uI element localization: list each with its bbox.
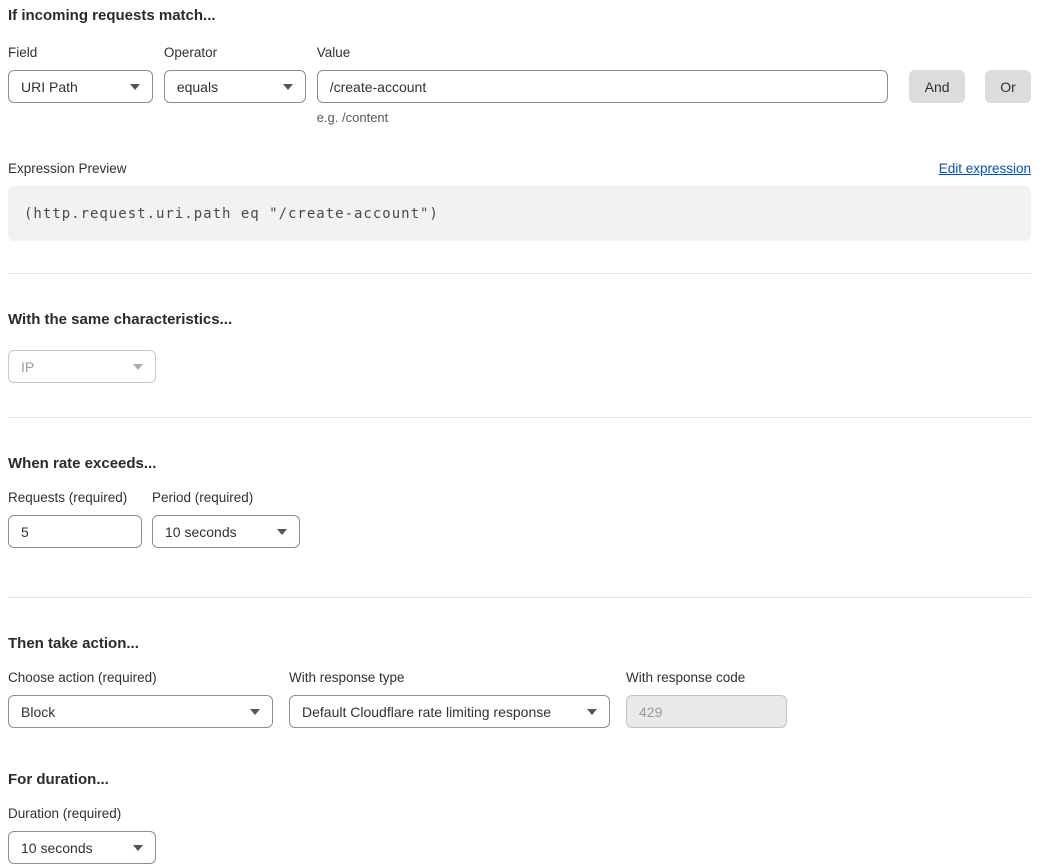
period-select[interactable]: 10 seconds <box>152 515 300 548</box>
duration-select[interactable]: 10 seconds <box>8 831 156 864</box>
chevron-down-icon <box>133 364 143 370</box>
field-label: Field <box>8 45 153 61</box>
expression-preview-box: (http.request.uri.path eq "/create-accou… <box>8 186 1031 241</box>
section-divider <box>8 273 1031 274</box>
and-button[interactable]: And <box>909 70 965 103</box>
edit-expression-link[interactable]: Edit expression <box>939 161 1031 177</box>
response-code-label: With response code <box>626 670 787 686</box>
choose-action-group: Choose action (required) Block <box>8 670 273 728</box>
operator-select[interactable]: equals <box>164 70 306 103</box>
choose-action-select-value: Block <box>21 704 55 720</box>
response-type-label: With response type <box>289 670 610 686</box>
operator-group: Operator equals <box>164 45 306 103</box>
rate-limiting-rule-form: If incoming requests match... Field URI … <box>0 0 1048 842</box>
response-type-select[interactable]: Default Cloudflare rate limiting respons… <box>289 695 610 728</box>
choose-action-label: Choose action (required) <box>8 670 273 686</box>
characteristic-select[interactable]: IP <box>8 350 156 383</box>
response-type-group: With response type Default Cloudflare ra… <box>289 670 610 728</box>
operator-label: Operator <box>164 45 306 61</box>
characteristic-select-value: IP <box>21 359 34 375</box>
chevron-down-icon <box>133 845 143 851</box>
or-button[interactable]: Or <box>985 70 1031 103</box>
rate-controls-row: Requests (required) Period (required) 10… <box>8 490 1031 548</box>
value-label: Value <box>317 45 889 61</box>
match-controls-row: Field URI Path Operator equals Value e.g… <box>8 45 1031 125</box>
expression-header-row: Expression Preview Edit expression <box>8 161 1031 177</box>
operator-select-value: equals <box>177 79 218 95</box>
duration-section-title: For duration... <box>8 771 1031 789</box>
choose-action-select[interactable]: Block <box>8 695 273 728</box>
requests-group: Requests (required) <box>8 490 142 548</box>
duration-group: Duration (required) 10 seconds <box>8 806 156 864</box>
section-divider <box>8 597 1031 598</box>
section-divider <box>8 417 1031 418</box>
chevron-down-icon <box>277 529 287 535</box>
chevron-down-icon <box>250 709 260 715</box>
chevron-down-icon <box>130 84 140 90</box>
expression-preview-label: Expression Preview <box>8 161 127 177</box>
period-select-value: 10 seconds <box>165 524 237 540</box>
period-label: Period (required) <box>152 490 300 506</box>
period-group: Period (required) 10 seconds <box>152 490 300 548</box>
value-hint: e.g. /content <box>317 110 889 125</box>
response-type-select-value: Default Cloudflare rate limiting respons… <box>302 704 551 720</box>
value-input[interactable] <box>317 70 889 103</box>
response-code-group: With response code <box>626 670 787 728</box>
match-section-title: If incoming requests match... <box>8 7 1031 25</box>
expression-code: (http.request.uri.path eq "/create-accou… <box>24 206 439 222</box>
requests-label: Requests (required) <box>8 490 142 506</box>
action-section-title: Then take action... <box>8 635 1031 653</box>
field-group: Field URI Path <box>8 45 153 103</box>
chevron-down-icon <box>587 709 597 715</box>
chevron-down-icon <box>283 84 293 90</box>
action-controls-row: Choose action (required) Block With resp… <box>8 670 1031 728</box>
field-select[interactable]: URI Path <box>8 70 153 103</box>
requests-input[interactable] <box>8 515 142 548</box>
rate-section-title: When rate exceeds... <box>8 455 1031 473</box>
response-code-input[interactable] <box>626 695 787 728</box>
field-select-value: URI Path <box>21 79 78 95</box>
characteristics-section-title: With the same characteristics... <box>8 311 1031 329</box>
value-group: Value e.g. /content <box>317 45 889 125</box>
duration-label: Duration (required) <box>8 806 156 822</box>
